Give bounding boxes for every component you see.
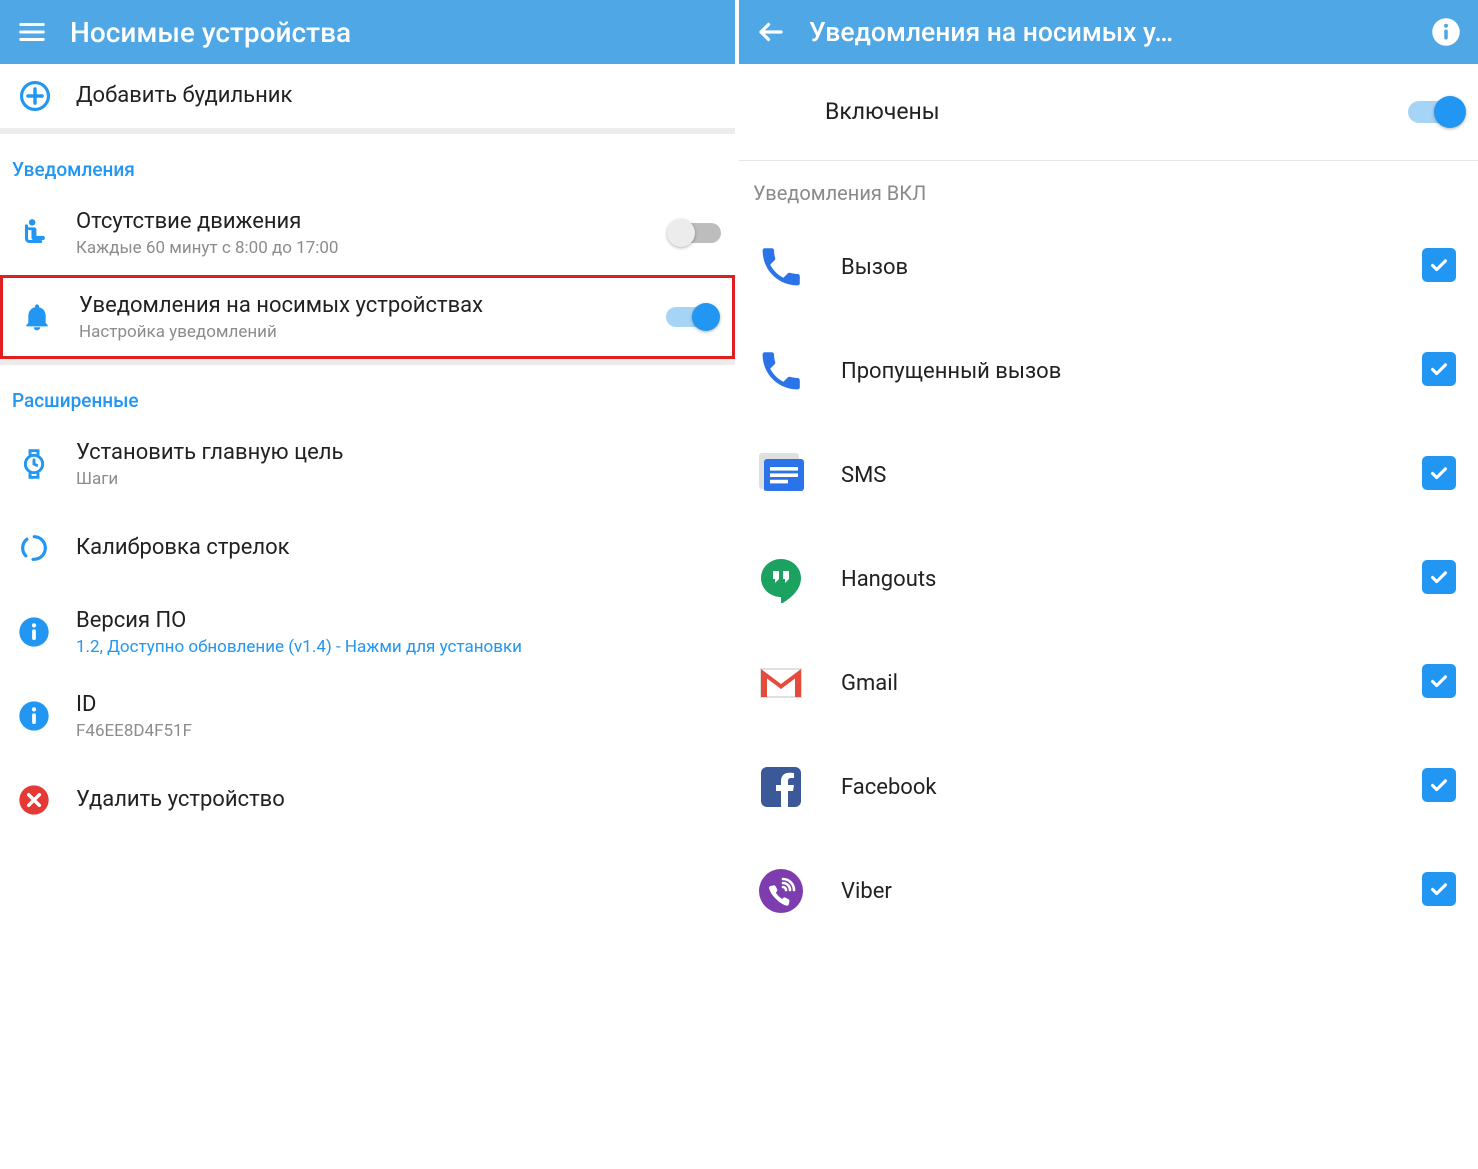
app-checkbox[interactable] <box>1422 872 1460 910</box>
list-header: Уведомления ВКЛ <box>739 161 1478 215</box>
app-checkbox[interactable] <box>1422 560 1460 598</box>
main-goal-sub: Шаги <box>76 469 721 489</box>
checkbox-icon <box>1422 768 1456 802</box>
gmail-icon <box>757 659 841 707</box>
firmware-title: Версия ПО <box>76 607 721 635</box>
row-add-alarm[interactable]: Добавить будильник <box>0 64 735 128</box>
remove-title: Удалить устройство <box>76 786 721 814</box>
inactivity-title: Отсутствие движения <box>76 208 661 236</box>
close-circle-icon <box>14 784 76 816</box>
main-goal-title: Установить главную цель <box>76 439 721 467</box>
app-row[interactable]: Hangouts <box>739 527 1478 631</box>
info-icon <box>14 616 76 648</box>
checkbox-icon <box>1422 560 1456 594</box>
phone-icon <box>757 347 841 395</box>
appbar-title: Носимые устройства <box>70 16 721 49</box>
inactivity-switch[interactable] <box>669 223 721 243</box>
wearable-notif-title: Уведомления на носимых устройствах <box>79 292 658 320</box>
calibrate-title: Калибровка стрелок <box>76 534 721 562</box>
checkbox-icon <box>1422 664 1456 698</box>
info-icon[interactable] <box>1428 14 1464 50</box>
hamburger-icon[interactable] <box>14 14 50 50</box>
row-calibrate[interactable]: Калибровка стрелок <box>0 506 735 590</box>
wearable-notif-switch[interactable] <box>666 307 718 327</box>
app-checkbox[interactable] <box>1422 768 1460 806</box>
app-checkbox[interactable] <box>1422 664 1460 702</box>
app-notification-list: Вызов Пропущенный вызов SMS Hangouts Gmail Fa… <box>739 215 1478 943</box>
app-name-label: Viber <box>841 879 1422 904</box>
plus-circle-icon <box>14 79 76 113</box>
app-row[interactable]: Вызов <box>739 215 1478 319</box>
section-header-advanced: Расширенные <box>0 365 735 422</box>
row-firmware[interactable]: Версия ПО 1.2, Доступно обновление (v1.4… <box>0 590 735 674</box>
watch-icon <box>14 448 76 480</box>
app-row[interactable]: SMS <box>739 423 1478 527</box>
app-checkbox[interactable] <box>1422 352 1460 390</box>
row-main-goal[interactable]: Установить главную цель Шаги <box>0 422 735 506</box>
sitting-person-icon <box>14 216 76 250</box>
inactivity-sub: Каждые 60 минут с 8:00 до 17:00 <box>76 238 661 258</box>
sms-icon <box>757 451 841 499</box>
id-sub: F46EE8D4F51F <box>76 721 721 741</box>
appbar-right: Уведомления на носимых у… <box>739 0 1478 64</box>
app-row[interactable]: Gmail <box>739 631 1478 735</box>
app-name-label: SMS <box>841 463 1422 488</box>
app-row[interactable]: Viber <box>739 839 1478 943</box>
back-arrow-icon[interactable] <box>753 14 789 50</box>
row-remove-device[interactable]: Удалить устройство <box>0 758 735 842</box>
checkbox-icon <box>1422 872 1456 906</box>
app-name-label: Hangouts <box>841 567 1422 592</box>
firmware-sub: 1.2, Доступно обновление (v1.4) - Нажми … <box>76 637 721 657</box>
row-enabled[interactable]: Включены <box>739 64 1478 160</box>
facebook-icon <box>757 763 841 811</box>
app-row[interactable]: Facebook <box>739 735 1478 839</box>
appbar-title: Уведомления на носимых у… <box>809 17 1428 48</box>
screen-wearable-devices: Носимые устройства Добавить будильник Ув… <box>0 0 739 1169</box>
wearable-notif-sub: Настройка уведомлений <box>79 322 658 342</box>
app-checkbox[interactable] <box>1422 456 1460 494</box>
add-alarm-label: Добавить будильник <box>76 82 721 110</box>
refresh-icon <box>14 532 76 564</box>
app-name-label: Пропущенный вызов <box>841 359 1422 384</box>
row-wearable-notifications[interactable]: Уведомления на носимых устройствах Настр… <box>0 275 735 359</box>
enabled-switch[interactable] <box>1408 101 1464 123</box>
enabled-label: Включены <box>825 98 1400 127</box>
row-inactivity[interactable]: Отсутствие движения Каждые 60 минут с 8:… <box>0 191 735 275</box>
appbar-left: Носимые устройства <box>0 0 735 64</box>
screen-notifications-on-wearable: Уведомления на носимых у… Включены Уведо… <box>739 0 1478 1169</box>
app-row[interactable]: Пропущенный вызов <box>739 319 1478 423</box>
checkbox-icon <box>1422 248 1456 282</box>
hangouts-icon <box>757 555 841 603</box>
row-id[interactable]: ID F46EE8D4F51F <box>0 674 735 758</box>
bell-icon <box>17 301 79 333</box>
app-name-label: Вызов <box>841 255 1422 280</box>
app-checkbox[interactable] <box>1422 248 1460 286</box>
app-name-label: Facebook <box>841 775 1422 800</box>
section-header-notifications: Уведомления <box>0 134 735 191</box>
app-name-label: Gmail <box>841 671 1422 696</box>
id-title: ID <box>76 691 721 719</box>
phone-icon <box>757 243 841 291</box>
checkbox-icon <box>1422 456 1456 490</box>
checkbox-icon <box>1422 352 1456 386</box>
viber-icon <box>757 867 841 915</box>
info-icon <box>14 700 76 732</box>
